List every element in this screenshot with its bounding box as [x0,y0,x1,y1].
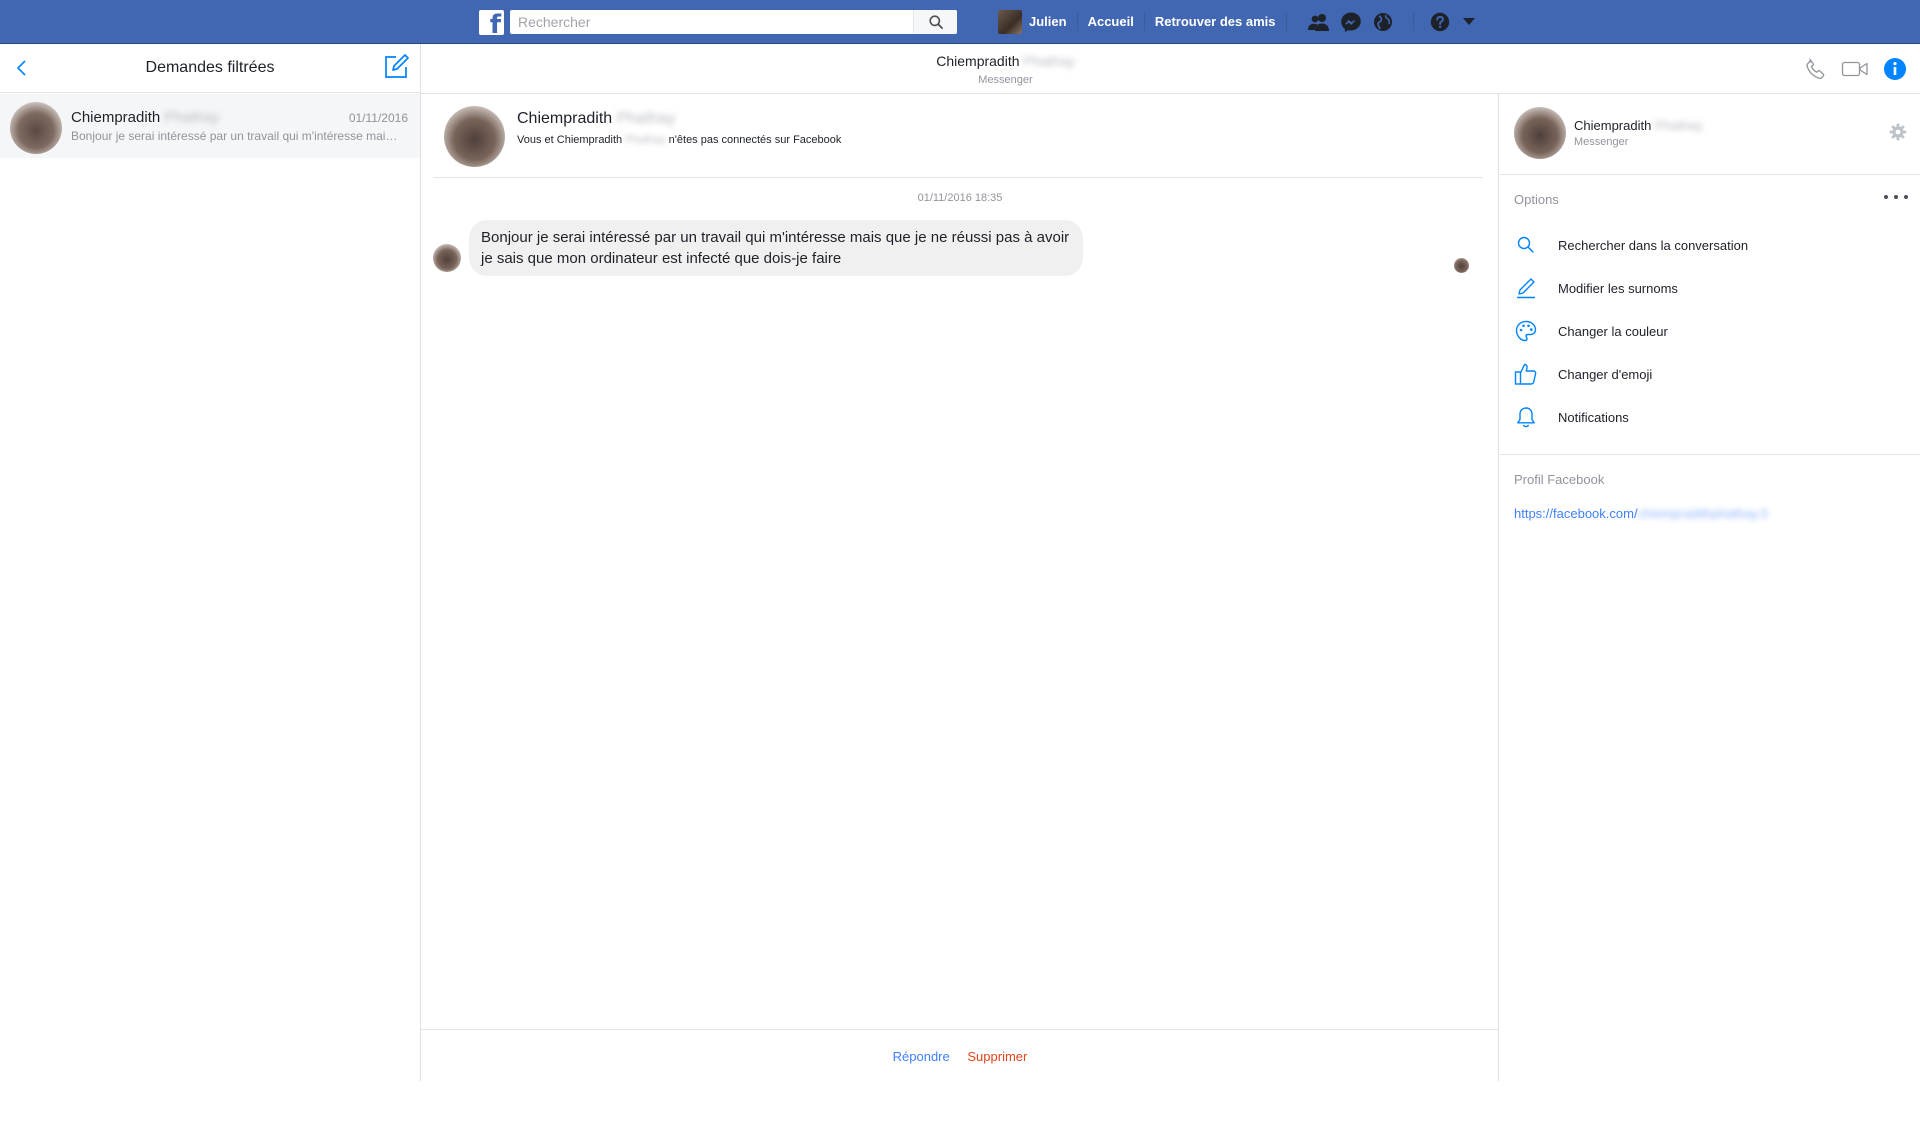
messenger-icon [1340,12,1361,32]
friends-icon [1307,14,1329,31]
find-friends-link[interactable]: Retrouver des amis [1145,10,1286,34]
facebook-profile-link[interactable]: https://facebook.com/chiempradithphathay… [1514,506,1768,521]
message-panel: Chiempradith Phathay Vous et Chiempradit… [421,94,1499,1081]
blurred-last-name: Phathay [164,109,220,126]
account-menu-button[interactable] [1452,0,1486,44]
blurred-last-name: Phathay [616,110,676,127]
divider [433,177,1483,178]
option-change-color[interactable]: Changer la couleur [1514,316,1904,346]
thumbs-up-icon [1514,362,1538,386]
option-label: Modifier les surnoms [1558,280,1678,296]
option-notifications[interactable]: Notifications [1514,402,1904,432]
info-icon [1884,58,1906,80]
gear-icon [1889,123,1907,141]
voice-call-button[interactable] [1801,54,1831,84]
settings-button[interactable] [1889,123,1907,141]
thread-list-title: Demandes filtrées [145,59,275,76]
help-icon [1430,12,1449,32]
search-bar [510,10,957,34]
profile-heading: Profil Facebook [1514,472,1605,487]
conversation-details-panel: Chiempradith Phathay Messenger Options R… [1500,94,1920,1081]
thread-contact-name: Chiempradith Phathay [71,109,220,126]
connection-status: Vous et Chiempradith Phathay n'êtes pas … [517,134,842,146]
option-label: Notifications [1558,409,1629,425]
globe-icon [1373,13,1392,31]
nav-divider [1285,13,1287,31]
divider [421,1029,1499,1030]
chevron-left-icon [16,60,26,76]
palette-icon [1514,319,1538,343]
dropdown-icon [1462,18,1475,25]
reply-button[interactable]: Répondre [893,1049,950,1064]
option-search-conversation[interactable]: Rechercher dans la conversation [1514,230,1904,260]
delete-button[interactable]: Supprimer [967,1049,1027,1064]
search-button[interactable] [913,10,957,34]
conversation-thread[interactable]: Chiempradith Phathay 01/11/2016 Bonjour … [0,94,420,158]
home-link[interactable]: Accueil [1078,10,1144,34]
new-message-button[interactable] [383,54,409,80]
more-options-button[interactable] [1884,192,1908,202]
search-input[interactable] [510,10,910,34]
compose-icon [385,54,409,78]
message-timestamp: 01/11/2016 18:35 [917,192,1003,204]
contact-name[interactable]: Chiempradith Phathay [517,110,675,128]
video-call-button[interactable] [1840,54,1870,84]
friend-requests-button[interactable] [1303,0,1335,44]
top-nav: Julien Accueil Retrouver des amis [998,0,1486,44]
nav-divider [1412,13,1414,31]
help-button[interactable] [1428,0,1452,44]
seen-indicator-avatar [1454,258,1469,273]
option-edit-nicknames[interactable]: Modifier les surnoms [1514,273,1904,303]
conversation-subtitle: Messenger [978,74,1033,86]
option-label: Changer d'emoji [1558,366,1653,382]
contact-avatar[interactable] [444,106,505,167]
conversation-title: Chiempradith Phathay [936,53,1075,69]
contact-subtitle: Messenger [1574,136,1629,148]
options-heading: Options [1514,192,1559,207]
sender-avatar[interactable] [433,244,461,272]
bell-icon [1514,405,1538,429]
blurred-profile-handle: chiempradithphathay.5 [1637,506,1769,521]
option-change-emoji[interactable]: Changer d'emoji [1514,359,1904,389]
blurred-last-name: Phathay [1023,53,1075,69]
option-label: Rechercher dans la conversation [1558,237,1749,253]
contact-name[interactable]: Chiempradith Phathay [1574,118,1703,133]
facebook-logo-icon[interactable]: f [479,10,504,35]
user-avatar[interactable] [998,10,1022,34]
divider [1500,454,1920,455]
blurred-last-name: Phathay [625,134,666,146]
search-icon [928,15,943,29]
thread-date: 01/11/2016 [348,111,408,125]
search-icon [1514,233,1538,257]
divider [1500,174,1920,175]
blurred-last-name: Phathay [1654,118,1703,133]
video-camera-icon [1841,61,1868,77]
pencil-icon [1514,276,1538,300]
facebook-top-bar: f Julien Accueil Retrouver des amis [0,0,1920,44]
option-label: Changer la couleur [1558,323,1668,339]
contact-avatar[interactable] [1514,107,1566,159]
notifications-button[interactable] [1367,0,1399,44]
back-button[interactable] [10,56,34,80]
profile-link[interactable]: Julien [1029,10,1077,34]
phone-icon [1806,57,1825,80]
request-actions: Répondre Supprimer [421,1049,1499,1064]
thread-snippet: Bonjour je serai intéressé par un travai… [71,129,401,143]
conversation-header: Chiempradith Phathay Messenger [421,44,1920,94]
messages-button[interactable] [1335,0,1367,44]
thread-list-header: Demandes filtrées [0,44,420,93]
message-bubble[interactable]: Bonjour je serai intéressé par un travai… [469,220,1083,276]
thread-list-panel: Demandes filtrées Chiempradith Phathay 0… [0,44,421,1081]
conversation-info-button[interactable] [1880,54,1910,84]
contact-avatar [10,102,62,154]
